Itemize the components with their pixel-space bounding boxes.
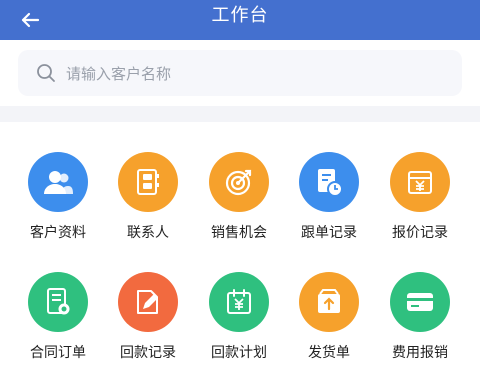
grid-item-payment-record[interactable]: 回款记录 [106,272,190,362]
top-bar: 工作台 [0,0,480,40]
contacts-book-icon [118,152,178,212]
search-placeholder: 请输入客户名称 [66,64,172,83]
grid-item-delivery-note[interactable]: 发货单 [287,272,371,362]
grid-item-label: 费用报销 [392,345,448,361]
grid-item-label: 合同订单 [30,345,86,361]
users-icon [28,152,88,212]
search-section: 请输入客户名称 [0,40,480,106]
contract-icon [28,272,88,332]
function-grid: 客户资料 联系人 销售机会 跟单记录 报价记录 合同订单 回款记录 回款计划 发… [0,122,480,387]
grid-item-label: 销售机会 [211,225,267,241]
grid-item-quote-record[interactable]: 报价记录 [378,152,462,242]
yuan-quote-icon [390,152,450,212]
grid-item-label: 跟单记录 [301,225,357,241]
page-title: 工作台 [211,5,269,26]
grid-item-sales-opportunity[interactable]: 销售机会 [197,152,281,242]
grid-item-label: 报价记录 [392,225,448,241]
document-clock-icon [299,152,359,212]
search-icon [36,62,58,84]
grid-item-payment-plan[interactable]: 回款计划 [197,272,281,362]
grid-item-follow-up[interactable]: 跟单记录 [287,152,371,242]
search-input[interactable]: 请输入客户名称 [18,50,462,96]
shipment-box-icon [299,272,359,332]
edit-document-icon [118,272,178,332]
grid-item-customer-info[interactable]: 客户资料 [16,152,100,242]
grid-item-label: 联系人 [127,225,169,241]
target-icon [209,152,269,212]
grid-item-label: 客户资料 [30,225,86,241]
grid-item-contacts[interactable]: 联系人 [106,152,190,242]
grid-item-label: 回款计划 [211,345,267,361]
grid-item-contract-order[interactable]: 合同订单 [16,272,100,362]
grid-item-label: 发货单 [308,345,350,361]
yuan-calendar-icon [209,272,269,332]
grid-item-expense-reimbursement[interactable]: 费用报销 [378,272,462,362]
grid-item-label: 回款记录 [120,345,176,361]
card-icon [390,272,450,332]
